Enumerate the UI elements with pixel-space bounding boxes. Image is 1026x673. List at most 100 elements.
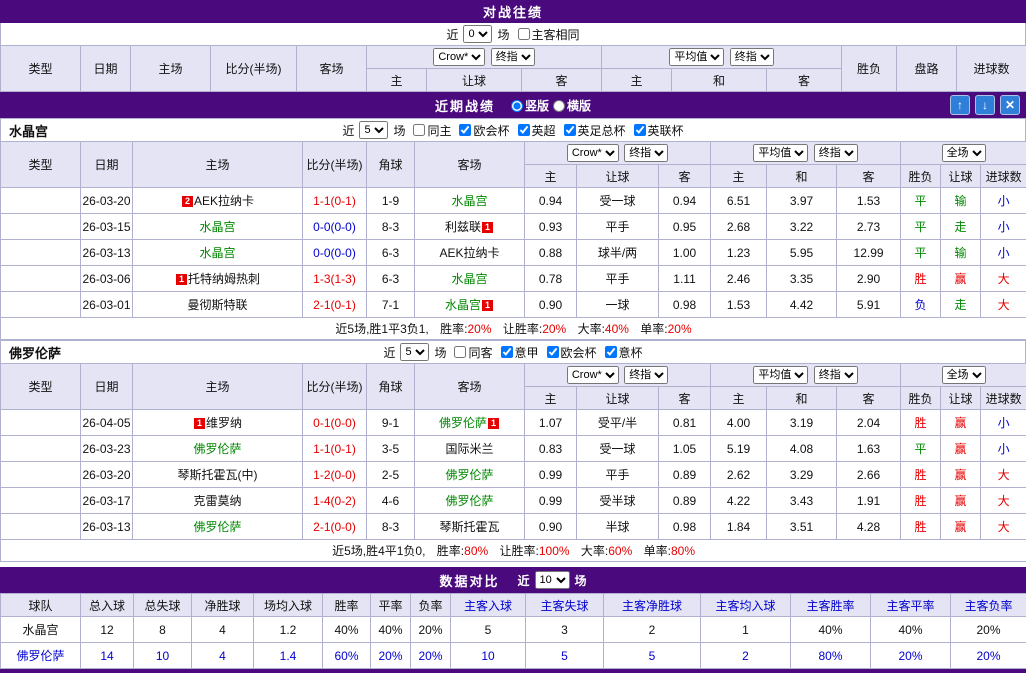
away-team-cell: 佛罗伦萨: [415, 462, 525, 488]
same-home-away-checkbox[interactable]: 主客相同: [514, 26, 580, 43]
goals-result: 小: [981, 188, 1026, 214]
move-up-button[interactable]: ↑: [950, 95, 970, 115]
home-team-name[interactable]: 琴斯托霍瓦(中): [178, 468, 258, 482]
away-team-name[interactable]: AEK拉纳卡: [439, 246, 499, 260]
team2-league-seriea-checkbox[interactable]: 意甲: [497, 344, 539, 361]
match-row: 意甲 26-03-17 克雷莫纳 1-4(0-2) 4-6 佛罗伦萨 0.99 …: [1, 488, 1026, 514]
full-match-select[interactable]: 全场: [942, 144, 986, 162]
same-home-away-checkbox-input[interactable]: [518, 28, 530, 40]
team1-league-eflcup-input[interactable]: [634, 124, 646, 136]
red-card-badge: 1: [482, 300, 493, 311]
average-select[interactable]: 平均值: [669, 48, 724, 66]
close-button[interactable]: ✕: [1000, 95, 1020, 115]
col-team: 球队: [1, 594, 81, 617]
average-time-select[interactable]: 终指: [730, 48, 774, 66]
stat-value: 1.4: [254, 643, 323, 669]
away-team-name[interactable]: 国际米兰: [445, 442, 493, 456]
h2h-near-select[interactable]: 0: [463, 25, 492, 43]
team1-same-home-checkbox-input[interactable]: [413, 124, 425, 136]
away-team-name[interactable]: 利兹联: [445, 220, 481, 234]
away-team-name[interactable]: 琴斯托霍瓦: [439, 520, 499, 534]
home-team-name[interactable]: 克雷莫纳: [193, 494, 241, 508]
col-draw-rate: 平率: [371, 594, 411, 617]
team1-league-uecl-input[interactable]: [459, 124, 471, 136]
home-team-name[interactable]: AEK拉纳卡: [194, 194, 254, 208]
bookmaker-select[interactable]: Crow*: [567, 144, 619, 162]
handicap-result: 赢: [941, 410, 981, 436]
away-team-cell: 水晶宫: [415, 188, 525, 214]
horizontal-layout-radio[interactable]: 横版: [549, 97, 591, 114]
team2-league-coppa-input[interactable]: [605, 346, 617, 358]
bookmaker-select[interactable]: Crow*: [433, 48, 485, 66]
near-label: 近: [383, 344, 395, 361]
team1-league-epl-checkbox[interactable]: 英超: [514, 122, 556, 139]
team2-same-away-checkbox[interactable]: 同客: [450, 344, 492, 361]
odds-time-select[interactable]: 终指: [624, 366, 668, 384]
away-odds: 0.89: [659, 488, 711, 514]
move-down-button[interactable]: ↓: [975, 95, 995, 115]
team2-league-uecl-input[interactable]: [547, 346, 559, 358]
team1-league-epl-input[interactable]: [518, 124, 530, 136]
home-team-name[interactable]: 佛罗伦萨: [193, 520, 241, 534]
away-team-name[interactable]: 佛罗伦萨: [445, 468, 493, 482]
vertical-radio-input[interactable]: [511, 100, 523, 112]
stat-value: 4: [192, 617, 254, 643]
team2-league-seriea-input[interactable]: [501, 346, 513, 358]
col-goals-for: 总入球: [81, 594, 134, 617]
stat-value: 40%: [791, 617, 871, 643]
team1-same-home-checkbox[interactable]: 同主: [409, 122, 451, 139]
away-team-name[interactable]: 水晶宫: [445, 298, 481, 312]
layout-radio-group: 竖版 横版: [507, 97, 591, 114]
scope-select-group: 全场: [901, 142, 1026, 165]
handicap-result: 走: [941, 292, 981, 318]
average-select[interactable]: 平均值: [753, 366, 808, 384]
home-team-name[interactable]: 佛罗伦萨: [193, 442, 241, 456]
team1-near-select[interactable]: 5: [359, 121, 388, 139]
team2-league-uecl-checkbox[interactable]: 欧会杯: [543, 344, 597, 361]
team2-same-away-checkbox-input[interactable]: [454, 346, 466, 358]
average-time-select[interactable]: 终指: [814, 366, 858, 384]
odds-time-select[interactable]: 终指: [624, 144, 668, 162]
away-team-name[interactable]: 水晶宫: [451, 272, 487, 286]
bottom-divider-bar: [0, 669, 1026, 673]
full-match-select[interactable]: 全场: [942, 366, 986, 384]
comparison-near-select[interactable]: 10: [535, 571, 570, 589]
score: 0-1(0-0): [303, 410, 367, 436]
home-team-name[interactable]: 水晶宫: [199, 246, 235, 260]
stat-value: 3: [526, 617, 604, 643]
col-away-odds: 客: [522, 69, 602, 92]
near-label: 近: [517, 572, 529, 589]
team1-league-facup-checkbox[interactable]: 英足总杯: [560, 122, 626, 139]
col-avg-away: 客: [837, 165, 901, 188]
average-select[interactable]: 平均值: [753, 144, 808, 162]
match-date: 26-03-20: [81, 188, 133, 214]
away-team-name[interactable]: 佛罗伦萨: [445, 494, 493, 508]
away-team-name[interactable]: 佛罗伦萨: [439, 416, 487, 430]
home-team-name[interactable]: 维罗纳: [206, 416, 242, 430]
match-row: 意甲 26-03-23 佛罗伦萨 1-1(0-1) 3-5 国际米兰 0.83 …: [1, 436, 1026, 462]
team1-league-uecl-checkbox[interactable]: 欧会杯: [455, 122, 509, 139]
match-row: 英超 26-03-15 水晶宫 0-0(0-0) 8-3 利兹联1 0.93 平…: [1, 214, 1026, 240]
team1-league-eflcup-checkbox[interactable]: 英联杯: [630, 122, 684, 139]
avg-away: 5.91: [837, 292, 901, 318]
team2-league-coppa-checkbox[interactable]: 意杯: [601, 344, 643, 361]
col-ha-goals-for: 主客入球: [451, 594, 526, 617]
average-time-select[interactable]: 终指: [814, 144, 858, 162]
vertical-layout-radio[interactable]: 竖版: [507, 97, 549, 114]
horizontal-radio-input[interactable]: [553, 100, 565, 112]
team1-league-facup-input[interactable]: [564, 124, 576, 136]
team2-near-select[interactable]: 5: [400, 343, 429, 361]
bookmaker-select[interactable]: Crow*: [567, 366, 619, 384]
home-team-name[interactable]: 水晶宫: [199, 220, 235, 234]
games-label: 场: [497, 26, 509, 43]
avg-draw: 3.51: [767, 514, 837, 540]
home-odds: 0.88: [525, 240, 577, 266]
odds-time-select[interactable]: 终指: [491, 48, 535, 66]
bookmaker-select-group: Crow* 终指: [525, 142, 711, 165]
away-team-name[interactable]: 水晶宫: [451, 194, 487, 208]
home-team-name[interactable]: 曼彻斯特联: [187, 298, 247, 312]
stat-value: 60%: [323, 643, 371, 669]
near-label: 近: [446, 26, 458, 43]
home-team-name[interactable]: 托特纳姆热刺: [188, 272, 260, 286]
result: 胜: [901, 514, 941, 540]
